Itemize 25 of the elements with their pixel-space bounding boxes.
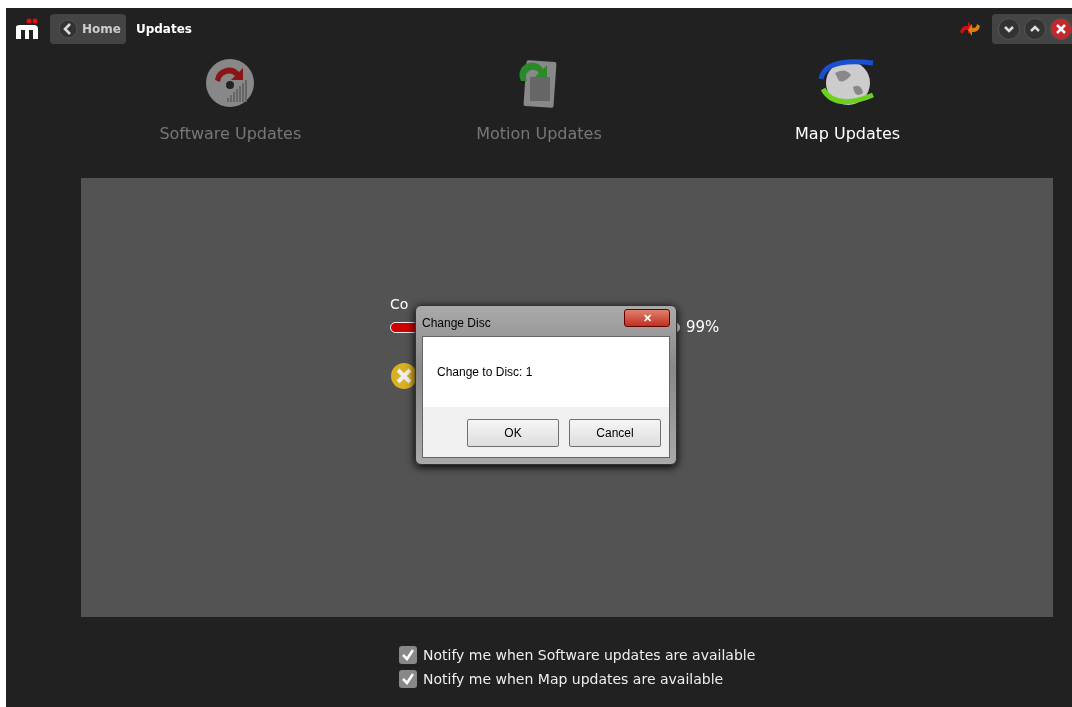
update-tab[interactable]: Software Updates (120, 52, 341, 143)
dialog-button[interactable]: OK (467, 419, 559, 447)
dialog-button[interactable]: Cancel (569, 419, 661, 447)
chevron-up-button[interactable] (1024, 18, 1046, 40)
dialog-close-button[interactable]: ✕ (624, 309, 670, 327)
checkbox-label: Notify me when Map updates are available (423, 671, 724, 687)
checkbox[interactable] (399, 670, 417, 688)
gauge-icon (205, 58, 256, 108)
close-button[interactable] (1050, 18, 1072, 40)
checkbox[interactable] (399, 646, 417, 664)
logo-icon (14, 17, 40, 41)
close-icon (1055, 23, 1067, 35)
checkbox-label: Notify me when Software updates are available (423, 647, 756, 663)
update-tab[interactable]: Motion Updates (429, 52, 649, 143)
dialog-message: Change to Disc: 1 (436, 364, 534, 381)
progress-label: Co (390, 296, 410, 312)
progress-percent: 99% (686, 318, 720, 336)
update-tab[interactable]: Map Updates (737, 52, 958, 143)
chevron-down-icon (1003, 23, 1015, 35)
dialog-title: Change Disc (422, 316, 492, 330)
back-icon (58, 19, 78, 39)
home-button[interactable]: Home (50, 14, 126, 44)
cancel-icon[interactable] (390, 362, 418, 390)
page-title: Updates (135, 22, 192, 36)
chevron-down-button[interactable] (998, 18, 1020, 40)
